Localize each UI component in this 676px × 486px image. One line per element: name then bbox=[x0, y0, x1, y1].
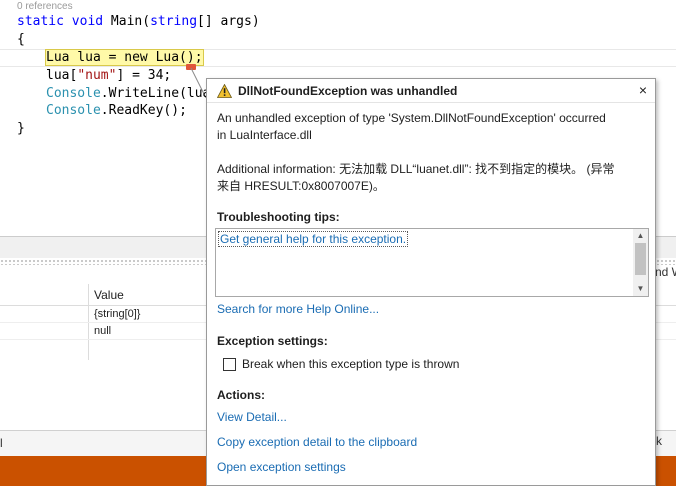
additional-info-line-2: 来自 HRESULT:0x8007007E)。 bbox=[217, 179, 385, 193]
code-line-current-statement[interactable]: Lua lua = new Lua(); bbox=[45, 49, 204, 66]
search-help-online-link[interactable]: Search for more Help Online... bbox=[217, 302, 379, 316]
additional-info-line-1: Additional information: 无法加载 DLL“luanet.… bbox=[217, 162, 615, 176]
scrollbar-thumb[interactable] bbox=[635, 243, 646, 275]
exception-message-line-1: An unhandled exception of type 'System.D… bbox=[217, 111, 606, 125]
exception-title: DllNotFoundException was unhandled bbox=[238, 84, 458, 98]
tab-strip-left-text: l bbox=[0, 436, 3, 450]
code-line-readkey: Console.ReadKey(); bbox=[46, 103, 187, 118]
exception-settings-heading: Exception settings: bbox=[217, 334, 328, 348]
code-line-open-brace: { bbox=[17, 32, 25, 47]
chevron-up-icon[interactable]: ▲ bbox=[633, 229, 648, 243]
troubleshooting-tips-list[interactable]: Get general help for this exception. ▲ ▼ bbox=[215, 228, 649, 297]
copy-exception-detail-link[interactable]: Copy exception detail to the clipboard bbox=[217, 435, 417, 449]
chevron-down-icon[interactable]: ▼ bbox=[633, 282, 648, 296]
value-cell: null bbox=[94, 325, 112, 337]
break-on-exception-checkbox[interactable] bbox=[223, 358, 236, 371]
code-line-method-signature: static void Main(string[] args) bbox=[17, 14, 260, 29]
break-on-exception-label[interactable]: Break when this exception type is thrown bbox=[242, 357, 459, 371]
codelens-references[interactable]: 0 references bbox=[17, 1, 73, 12]
exception-message-line-2: in LuaInterface.dll bbox=[217, 128, 312, 142]
value-column-header[interactable]: Value bbox=[94, 288, 124, 302]
code-line-close-brace: } bbox=[17, 121, 25, 136]
general-help-link[interactable]: Get general help for this exception. bbox=[218, 231, 409, 247]
code-line-writeline: Console.WriteLine(lua bbox=[46, 86, 211, 101]
warning-icon bbox=[217, 84, 232, 98]
current-statement-highlight: Lua lua = new Lua(); bbox=[45, 49, 204, 66]
view-detail-link[interactable]: View Detail... bbox=[217, 410, 287, 424]
popup-title-bar: DllNotFoundException was unhandled × bbox=[207, 79, 655, 103]
tab-strip-right-text: k bbox=[656, 434, 662, 448]
tips-scrollbar[interactable]: ▲ ▼ bbox=[633, 229, 648, 296]
value-cell: {string[0]} bbox=[94, 308, 141, 320]
actions-heading: Actions: bbox=[217, 388, 265, 402]
exception-helper-popup: DllNotFoundException was unhandled × An … bbox=[206, 78, 656, 486]
adjacent-panel-title: nd W bbox=[655, 265, 676, 279]
code-line-lua-assign: lua["num"] = 34; bbox=[46, 68, 172, 83]
close-icon[interactable]: × bbox=[635, 82, 651, 98]
troubleshooting-heading: Troubleshooting tips: bbox=[217, 210, 340, 224]
open-exception-settings-link[interactable]: Open exception settings bbox=[217, 460, 346, 474]
